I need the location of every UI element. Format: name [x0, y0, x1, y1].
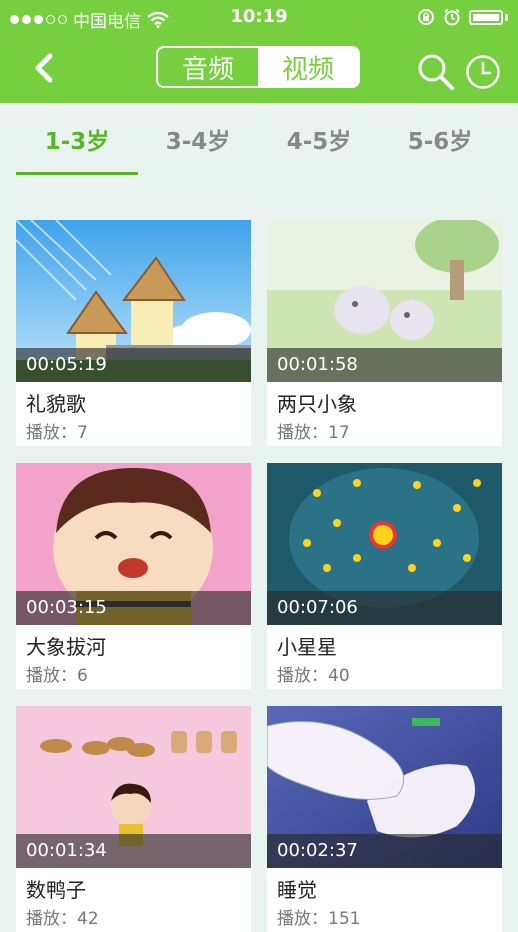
- video-title: 大象拔河: [26, 635, 106, 659]
- segment-audio[interactable]: 音频: [158, 48, 258, 86]
- video-title: 两只小象: [277, 392, 357, 416]
- video-duration: 00:01:58: [267, 348, 502, 382]
- battery-icon: [469, 9, 503, 25]
- video-title: 礼貌歌: [26, 392, 86, 416]
- history-clock-icon[interactable]: [465, 54, 501, 90]
- video-duration: 00:03:15: [16, 591, 251, 625]
- media-type-toggle[interactable]: 音频 视频: [156, 46, 360, 88]
- video-duration: 00:07:06: [267, 591, 502, 625]
- video-card[interactable]: 00:05:19 礼貌歌 播放：7: [16, 220, 251, 446]
- rotation-lock-icon: [418, 9, 434, 25]
- video-thumbnail[interactable]: 00:07:06: [267, 463, 502, 625]
- battery-tip: [505, 13, 508, 21]
- top-bar: 中国电信 10:19 音频 视频: [0, 0, 518, 103]
- video-thumbnail[interactable]: 00:05:19: [16, 220, 251, 382]
- video-thumbnail[interactable]: 00:03:15: [16, 463, 251, 625]
- video-card[interactable]: 00:03:15 大象拔河 播放：6: [16, 463, 251, 689]
- age-tabs: 1-3岁 3-4岁 4-5岁 5-6岁: [0, 103, 518, 175]
- status-bar: 中国电信 10:19: [0, 0, 518, 34]
- video-duration: 00:05:19: [16, 348, 251, 382]
- video-thumbnail[interactable]: 00:02:37: [267, 706, 502, 868]
- video-thumbnail[interactable]: 00:01:34: [16, 706, 251, 868]
- video-duration: 00:02:37: [267, 834, 502, 868]
- video-duration: 00:01:34: [16, 834, 251, 868]
- status-icons: [417, 8, 508, 26]
- play-count: 播放：7: [26, 423, 88, 443]
- tab-age-4-5[interactable]: 4-5岁: [258, 103, 380, 175]
- tab-age-5-6[interactable]: 5-6岁: [379, 103, 501, 175]
- video-card[interactable]: 00:07:06 小星星 播放：40: [267, 463, 502, 689]
- segment-video[interactable]: 视频: [258, 48, 358, 86]
- tab-age-3-4[interactable]: 3-4岁: [137, 103, 259, 175]
- play-count: 播放：42: [26, 909, 99, 929]
- play-count: 播放：17: [277, 423, 350, 443]
- video-title: 小星星: [277, 635, 337, 659]
- search-icon[interactable]: [416, 52, 456, 92]
- video-thumbnail[interactable]: 00:01:58: [267, 220, 502, 382]
- play-count: 播放：6: [26, 666, 88, 686]
- video-title: 数鸭子: [26, 878, 86, 902]
- video-card[interactable]: 00:01:34 数鸭子 播放：42: [16, 706, 251, 932]
- alarm-icon: [444, 8, 460, 26]
- video-card[interactable]: 00:02:37 睡觉 播放：151: [267, 706, 502, 932]
- play-count: 播放：151: [277, 909, 361, 929]
- play-count: 播放：40: [277, 666, 350, 686]
- tab-age-1-3[interactable]: 1-3岁: [16, 103, 138, 175]
- video-card[interactable]: 00:01:58 两只小象 播放：17: [267, 220, 502, 446]
- back-arrow-icon[interactable]: [26, 46, 66, 90]
- video-title: 睡觉: [277, 878, 317, 902]
